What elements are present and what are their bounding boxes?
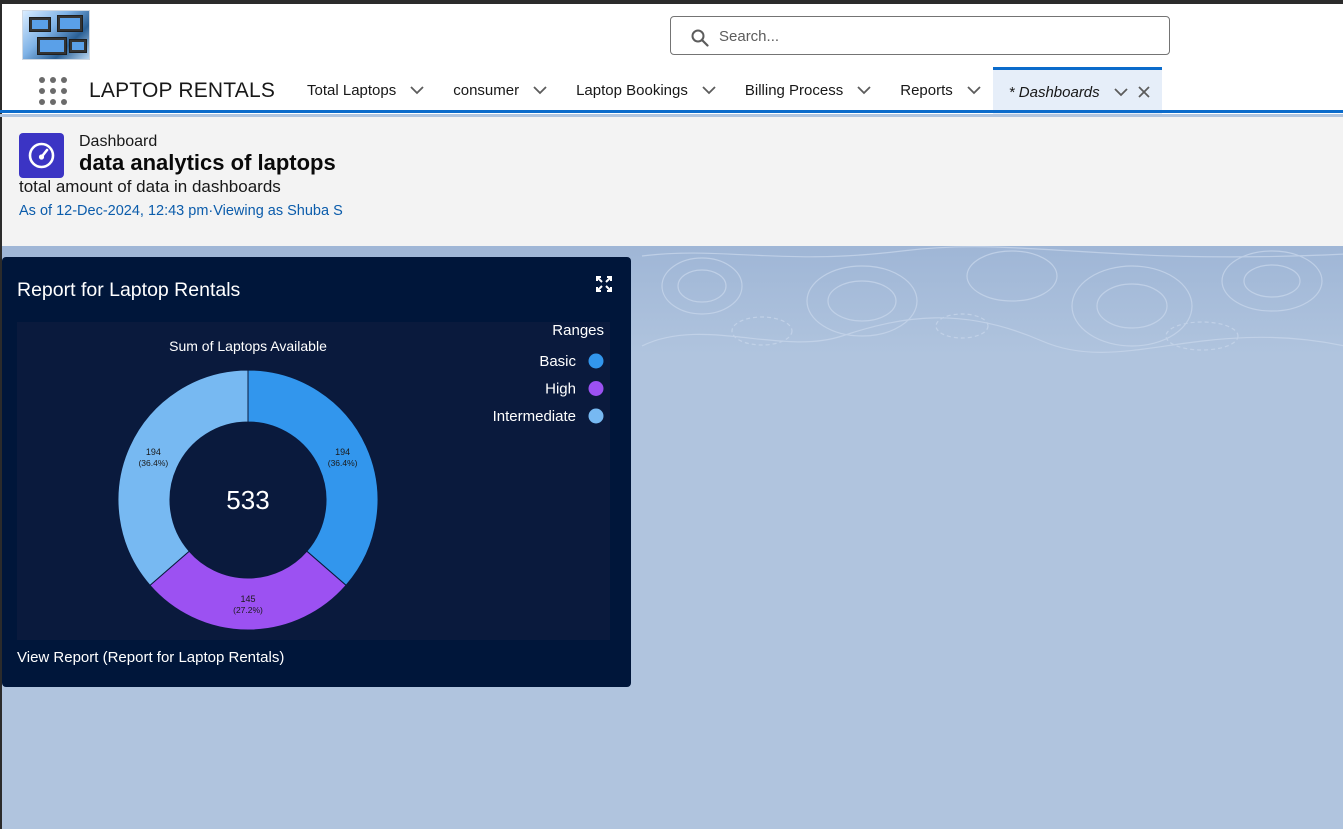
slice-value-label: 145 [240,594,255,604]
slice-value-label: 194 [335,447,350,457]
tab-label: Total Laptops [307,82,397,99]
tab-label: * Dashboards [1008,83,1100,101]
nav-tabs: Total Laptops consumer Laptop Bookings B… [290,67,1162,114]
donut-slice-intermediate[interactable] [117,369,249,587]
chevron-down-icon[interactable] [702,86,716,95]
dashboard-gauge-icon [19,133,64,178]
dashboard-as-of: As of 12-Dec-2024, 12:43 pm·Viewing as S… [19,203,343,219]
tab-laptop-bookings[interactable]: Laptop Bookings [559,67,728,114]
legend-label: High [545,381,576,398]
chevron-down-icon[interactable] [967,86,981,95]
legend-title: Ranges [552,322,604,339]
tab-reports[interactable]: Reports [883,67,993,114]
donut-chart: Sum of Laptops Available Ranges 194(36.4… [117,322,604,631]
global-header: LAPTOP RENTALS Total Laptops consumer La… [0,4,1343,114]
expand-icon[interactable] [596,276,612,292]
search-icon [691,29,709,47]
tab-billing-process[interactable]: Billing Process [728,67,883,114]
legend-swatch [588,408,604,424]
chevron-down-icon[interactable] [1114,87,1128,97]
legend-label: Intermediate [493,408,576,425]
nav-underline [0,110,1343,113]
widget-title: Report for Laptop Rentals [17,279,241,301]
page-title: data analytics of laptops [79,150,336,175]
view-report-link[interactable]: View Report (Report for Laptop Rentals) [17,649,284,666]
chevron-down-icon[interactable] [410,86,424,95]
global-search[interactable] [670,16,1170,55]
dashboard-description: total amount of data in dashboards [19,177,281,196]
chevron-down-icon[interactable] [533,86,547,95]
slice-percent-label: (36.4%) [138,458,168,468]
tab-label: Reports [900,82,953,99]
search-input[interactable] [719,24,1139,48]
dashboard-header: Dashboard data analytics of laptops tota… [0,117,1343,246]
tab-label: consumer [453,82,520,99]
laptops-logo-image[interactable] [22,10,90,60]
dashboard-widget: Report for Laptop Rentals Sum of Laptops… [2,257,631,687]
legend-swatch [588,381,604,396]
chevron-down-icon[interactable] [857,86,871,95]
chart-title: Sum of Laptops Available [169,338,327,354]
chart-center-total: 533 [226,485,269,515]
close-icon[interactable] [1138,86,1150,98]
dashboard-type-label: Dashboard [79,133,158,150]
tab-label: Billing Process [744,82,844,99]
slice-value-label: 194 [146,447,161,457]
slice-percent-label: (27.2%) [233,605,263,615]
donut-slice-basic[interactable] [247,369,379,587]
slice-percent-label: (36.4%) [328,458,358,468]
tab-label: Laptop Bookings [576,82,688,99]
tab-dashboards[interactable]: * Dashboards [992,67,1162,114]
legend-swatch [588,353,604,369]
legend-label: Basic [539,353,576,370]
tab-total-laptops[interactable]: Total Laptops [290,67,436,114]
donut-slice-high[interactable] [149,550,347,631]
app-name: LAPTOP RENTALS [89,79,276,102]
tab-consumer[interactable]: consumer [436,67,559,114]
app-launcher-grid-icon[interactable] [39,77,67,105]
chart-area: Sum of Laptops Available Ranges 194 (36.4… [17,322,610,640]
